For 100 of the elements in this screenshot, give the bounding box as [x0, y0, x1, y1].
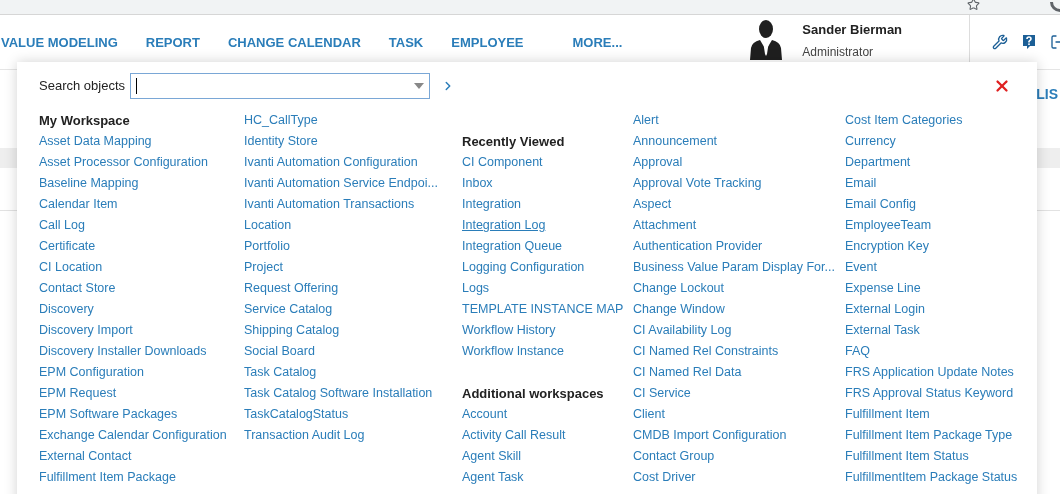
object-link[interactable]: Discovery — [39, 299, 244, 320]
object-link[interactable]: Workflow Instance — [462, 341, 633, 362]
object-link[interactable]: Expense Line — [845, 278, 1018, 299]
object-link[interactable]: Integration Queue — [462, 236, 633, 257]
object-link[interactable]: Attachment — [633, 215, 845, 236]
object-link[interactable]: Approval — [633, 152, 845, 173]
object-link[interactable]: Business Value Param Display For... — [633, 257, 845, 278]
object-link[interactable]: Logging Configuration — [462, 257, 633, 278]
object-link[interactable]: Certificate — [39, 236, 244, 257]
section-heading: My Workspace — [39, 112, 131, 130]
object-link[interactable]: Integration Log — [462, 215, 633, 236]
object-link[interactable]: CI Component — [462, 152, 633, 173]
nav-tab[interactable]: TASK — [388, 31, 424, 53]
object-link[interactable]: TEMPLATE INSTANCE MAP — [462, 299, 633, 320]
object-link[interactable]: Authentication Provider — [633, 236, 845, 257]
object-link[interactable]: Fulfillment Item — [845, 404, 1018, 425]
object-link[interactable]: Location — [244, 215, 462, 236]
object-link[interactable]: Event — [845, 257, 1018, 278]
object-link[interactable]: Client — [633, 404, 845, 425]
object-link[interactable]: Discovery Import — [39, 320, 244, 341]
object-link[interactable]: FAQ — [845, 341, 1018, 362]
object-link[interactable]: Workflow History — [462, 320, 633, 341]
object-link[interactable]: Transaction Audit Log — [244, 425, 462, 446]
object-link[interactable]: Encryption Key — [845, 236, 1018, 257]
nav-tab[interactable]: MORE... — [572, 31, 623, 53]
object-link[interactable]: CI Named Rel Data — [633, 362, 845, 383]
nav-tab[interactable]: CHANGE CALENDAR — [227, 31, 361, 53]
object-link[interactable]: Ivanti Automation Service Endpoi... — [244, 173, 462, 194]
object-link[interactable]: TaskCatalogStatus — [244, 404, 462, 425]
object-link[interactable]: External Login — [845, 299, 1018, 320]
object-link[interactable]: Discovery Installer Downloads — [39, 341, 244, 362]
object-link[interactable]: Approval Vote Tracking — [633, 173, 845, 194]
dropdown-caret-icon[interactable] — [414, 83, 424, 89]
object-link[interactable]: FRS Approval Status Keyword — [845, 383, 1018, 404]
object-link[interactable]: Fulfillment Item Package Type — [845, 425, 1018, 446]
search-field[interactable] — [130, 73, 430, 99]
object-link[interactable]: CI Service — [633, 383, 845, 404]
list-heading: LIS — [1036, 84, 1058, 104]
help-icon[interactable] — [1022, 34, 1036, 50]
object-link[interactable]: Email — [845, 173, 1018, 194]
object-link[interactable]: Activity Call Result — [462, 425, 633, 446]
object-link[interactable]: Announcement — [633, 131, 845, 152]
nav-tab[interactable]: REPORT — [145, 31, 200, 53]
object-link[interactable]: External Contact — [39, 446, 244, 467]
object-link[interactable]: Ivanti Automation Configuration — [244, 152, 462, 173]
object-link[interactable]: Inbox — [462, 173, 633, 194]
object-link[interactable]: Change Window — [633, 299, 845, 320]
object-link[interactable]: Request Offering — [244, 278, 462, 299]
user-avatar-icon — [748, 20, 785, 60]
object-link[interactable]: Asset Processor Configuration — [39, 152, 244, 173]
object-link[interactable]: Fulfillment Item Package — [39, 467, 244, 488]
object-link[interactable]: CMDB Import Configuration — [633, 425, 845, 446]
object-link[interactable]: Currency — [845, 131, 1018, 152]
object-link[interactable]: Calendar Item — [39, 194, 244, 215]
object-link[interactable]: Contact Store — [39, 278, 244, 299]
object-link[interactable]: Identity Store — [244, 131, 462, 152]
object-link[interactable]: Asset Data Mapping — [39, 131, 244, 152]
object-link[interactable]: Alert — [633, 110, 845, 131]
user-role: Administrator — [802, 43, 875, 61]
object-link[interactable]: External Task — [845, 320, 1018, 341]
object-link[interactable]: Department — [845, 152, 1018, 173]
object-link[interactable]: Baseline Mapping — [39, 173, 244, 194]
object-link[interactable]: FRS Application Update Notes — [845, 362, 1018, 383]
object-link[interactable]: Shipping Catalog — [244, 320, 462, 341]
object-link[interactable]: Cost Driver — [633, 467, 845, 488]
object-link[interactable]: Email Config — [845, 194, 1018, 215]
object-link[interactable]: Cost Item Categories — [845, 110, 1018, 131]
section-heading: Additional workspaces — [462, 385, 605, 403]
bookmark-star-icon[interactable] — [967, 0, 980, 11]
object-link[interactable]: CI Named Rel Constraints — [633, 341, 845, 362]
nav-tab[interactable]: VALUE MODELING — [1, 31, 118, 53]
object-link[interactable]: Ivanti Automation Transactions — [244, 194, 462, 215]
object-link[interactable]: Agent Task — [462, 467, 633, 488]
object-link[interactable]: Call Log — [39, 215, 244, 236]
object-link[interactable]: FulfillmentItem Package Status — [845, 467, 1018, 488]
object-link[interactable]: Exchange Calendar Configuration — [39, 425, 244, 446]
nav-tab[interactable]: EMPLOYEE — [451, 31, 524, 53]
object-link[interactable]: Task Catalog Software Installation — [244, 383, 462, 404]
object-link[interactable]: CI Location — [39, 257, 244, 278]
object-link[interactable]: Service Catalog — [244, 299, 462, 320]
object-link[interactable]: Account — [462, 404, 633, 425]
object-link[interactable]: HC_CallType — [244, 110, 462, 131]
object-link[interactable]: EPM Software Packages — [39, 404, 244, 425]
object-link[interactable]: Logs — [462, 278, 633, 299]
object-link[interactable]: Aspect — [633, 194, 845, 215]
object-link[interactable]: Task Catalog — [244, 362, 462, 383]
object-link[interactable]: Contact Group — [633, 446, 845, 467]
close-button[interactable] — [993, 77, 1011, 95]
object-link[interactable]: CI Availability Log — [633, 320, 845, 341]
settings-icon[interactable] — [992, 34, 1008, 50]
object-link[interactable]: EPM Configuration — [39, 362, 244, 383]
object-link[interactable]: Change Lockout — [633, 278, 845, 299]
object-link[interactable]: Integration — [462, 194, 633, 215]
object-link[interactable]: Project — [244, 257, 462, 278]
object-link[interactable]: EmployeeTeam — [845, 215, 1018, 236]
object-link[interactable]: EPM Request — [39, 383, 244, 404]
object-link[interactable]: Agent Skill — [462, 446, 633, 467]
object-link[interactable]: Portfolio — [244, 236, 462, 257]
object-link[interactable]: Fulfillment Item Status — [845, 446, 1018, 467]
object-link[interactable]: Social Board — [244, 341, 462, 362]
